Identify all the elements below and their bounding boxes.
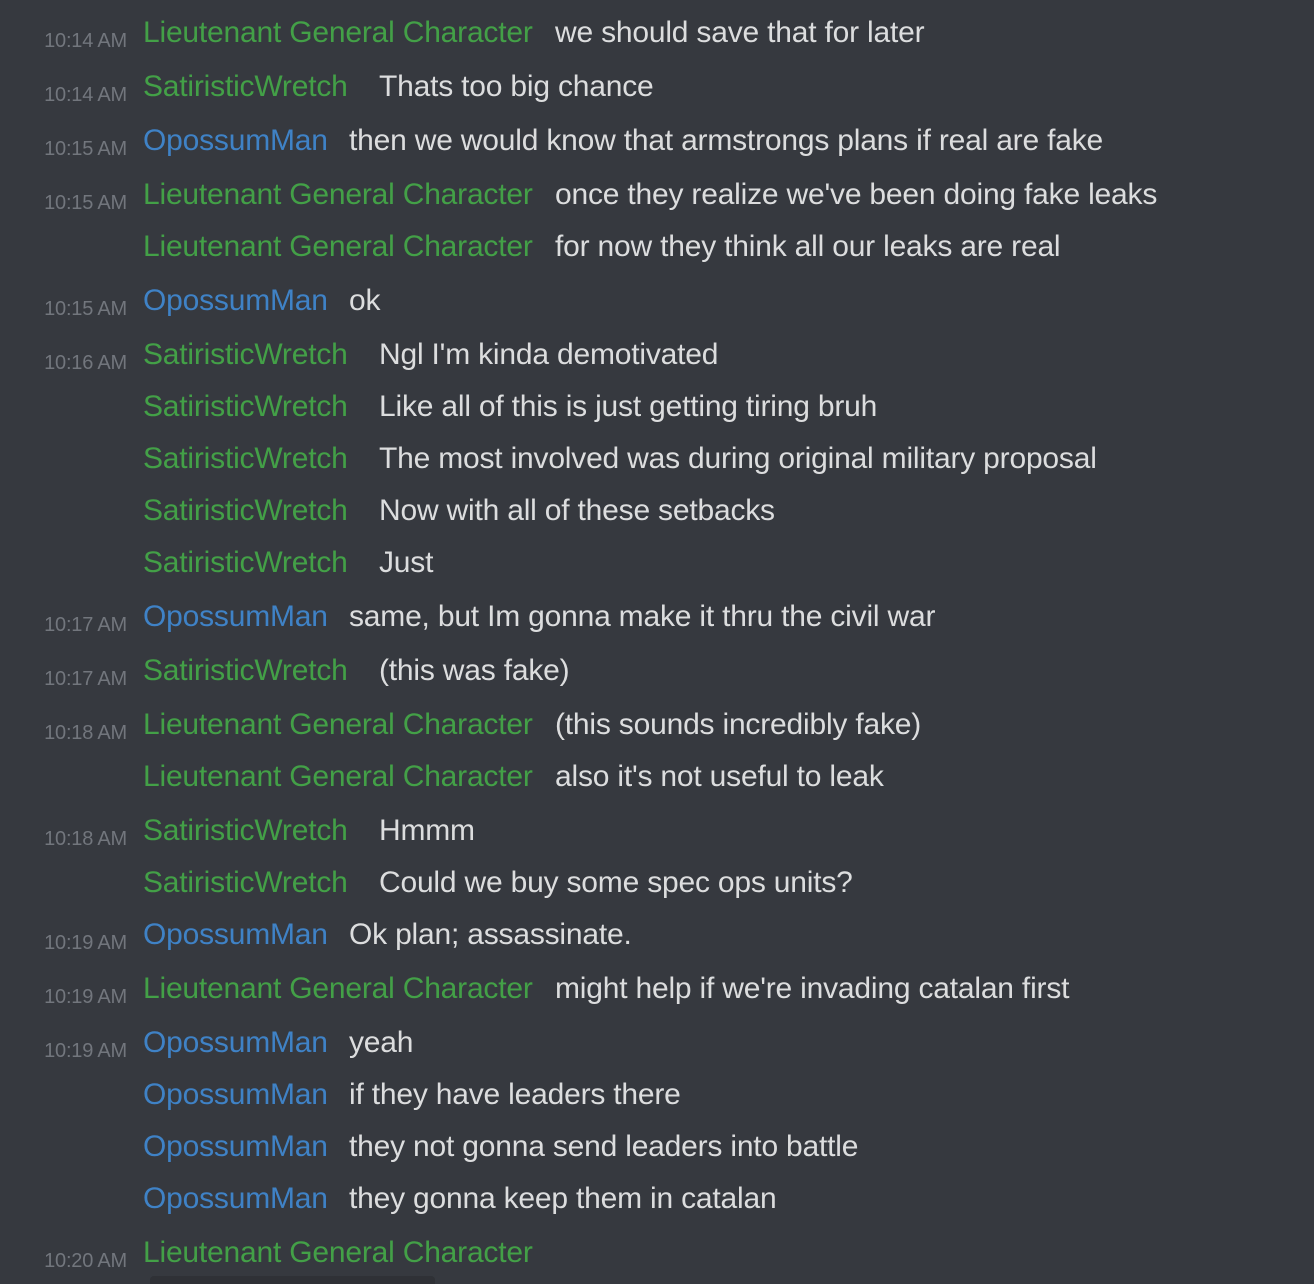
message-author[interactable]: Lieutenant General Character [143, 230, 533, 264]
message-author[interactable]: OpossumMan [143, 1078, 328, 1112]
message-text: same, but Im gonna make it thru the civi… [349, 600, 936, 633]
message-row: 10:18 AM SatiristicWretch Hmmm [0, 814, 1314, 854]
message-author[interactable]: Lieutenant General Character [143, 16, 533, 50]
message-row: 10:15 AM Lieutenant General Character once… [0, 178, 1314, 218]
message-row: OpossumMan if they have leaders there [0, 1078, 1314, 1118]
message-timestamp[interactable]: 10:19 AM [44, 986, 127, 1009]
message-author[interactable]: SatiristicWretch [143, 546, 348, 580]
message-author[interactable]: SatiristicWretch [143, 338, 348, 372]
message-row: 10:15 AM OpossumMan then we would know tha… [0, 124, 1314, 164]
message-row: Lieutenant General Character for now they… [0, 230, 1314, 270]
message-timestamp[interactable]: 10:15 AM [44, 192, 127, 215]
message-text: for now they think all our leaks are rea… [555, 230, 1061, 263]
message-row: 10:19 AM Lieutenant General Character migh… [0, 972, 1314, 1012]
message-timestamp[interactable]: 10:17 AM [44, 614, 127, 637]
message-text: yeah [349, 1026, 414, 1059]
message-row: 10:17 AM OpossumMan same, but Im gonna mak… [0, 600, 1314, 640]
message-author[interactable]: OpossumMan [143, 1130, 328, 1164]
embed-preview-edge [150, 1276, 435, 1284]
message-author[interactable]: OpossumMan [143, 284, 328, 318]
message-timestamp[interactable]: 10:20 AM [44, 1250, 127, 1273]
message-text: once they realize we've been doing fake … [555, 178, 1158, 211]
message-author[interactable]: OpossumMan [143, 600, 328, 634]
message-timestamp[interactable]: 10:14 AM [44, 30, 127, 53]
message-text: they gonna keep them in catalan [349, 1182, 777, 1215]
message-author[interactable]: OpossumMan [143, 918, 328, 952]
message-text: (this was fake) [379, 654, 570, 687]
chat-message-list: 10:14 AM Lieutenant General Character we s… [0, 0, 1314, 1284]
message-text: The most involved was during original mi… [379, 442, 1097, 475]
message-author[interactable]: SatiristicWretch [143, 390, 348, 424]
message-timestamp[interactable]: 10:19 AM [44, 932, 127, 955]
message-text: Like all of this is just getting tiring … [379, 390, 878, 423]
message-text: we should save that for later [555, 16, 925, 49]
message-author[interactable]: SatiristicWretch [143, 70, 348, 104]
message-timestamp[interactable]: 10:18 AM [44, 828, 127, 851]
message-timestamp[interactable]: 10:19 AM [44, 1040, 127, 1063]
message-row: 10:19 AM OpossumMan Ok plan; assassinate. [0, 918, 1314, 958]
message-row: SatiristicWretch Now with all of these se… [0, 494, 1314, 534]
message-timestamp[interactable]: 10:15 AM [44, 298, 127, 321]
message-row: 10:19 AM OpossumMan yeah [0, 1026, 1314, 1066]
message-row: SatiristicWretch The most involved was du… [0, 442, 1314, 482]
message-row: 10:16 AM SatiristicWretch Ngl I'm kinda de… [0, 338, 1314, 378]
message-text: Just [379, 546, 434, 579]
message-text: Now with all of these setbacks [379, 494, 775, 527]
message-row: 10:14 AM Lieutenant General Character we s… [0, 16, 1314, 56]
message-text: Thats too big chance [379, 70, 654, 103]
message-author[interactable]: Lieutenant General Character [143, 1236, 533, 1270]
message-text: ok [349, 284, 381, 317]
message-author[interactable]: SatiristicWretch [143, 494, 348, 528]
message-timestamp[interactable]: 10:15 AM [44, 138, 127, 161]
message-text: then we would know that armstrongs plans… [349, 124, 1103, 157]
message-text: also it's not useful to leak [555, 760, 884, 793]
message-text: if they have leaders there [349, 1078, 681, 1111]
message-author[interactable]: Lieutenant General Character [143, 760, 533, 794]
message-row: OpossumMan they gonna keep them in catala… [0, 1182, 1314, 1222]
message-author[interactable]: Lieutenant General Character [143, 178, 533, 212]
message-author[interactable]: SatiristicWretch [143, 442, 348, 476]
message-text: (this sounds incredibly fake) [555, 708, 922, 741]
message-text: Ok plan; assassinate. [349, 918, 632, 951]
message-author[interactable]: OpossumMan [143, 1182, 328, 1216]
message-timestamp[interactable]: 10:16 AM [44, 352, 127, 375]
message-row: 10:20 AM Lieutenant General Character [0, 1236, 1314, 1276]
message-row: 10:14 AM SatiristicWretch Thats too big ch… [0, 70, 1314, 110]
message-text: Hmmm [379, 814, 475, 847]
message-row: 10:15 AM OpossumMan ok [0, 284, 1314, 324]
message-row: SatiristicWretch Like all of this is just… [0, 390, 1314, 430]
message-author[interactable]: Lieutenant General Character [143, 708, 533, 742]
message-author[interactable]: SatiristicWretch [143, 866, 348, 900]
message-row: 10:18 AM Lieutenant General Character (thi… [0, 708, 1314, 748]
message-row: OpossumMan they not gonna send leaders in… [0, 1130, 1314, 1170]
message-timestamp[interactable]: 10:17 AM [44, 668, 127, 691]
message-timestamp[interactable]: 10:18 AM [44, 722, 127, 745]
message-author[interactable]: OpossumMan [143, 124, 328, 158]
message-row: SatiristicWretch Could we buy some spec o… [0, 866, 1314, 906]
message-author[interactable]: Lieutenant General Character [143, 972, 533, 1006]
message-text: Could we buy some spec ops units? [379, 866, 853, 899]
message-author[interactable]: SatiristicWretch [143, 654, 348, 688]
message-text: they not gonna send leaders into battle [349, 1130, 859, 1163]
message-row: SatiristicWretch Just [0, 546, 1314, 586]
message-timestamp[interactable]: 10:14 AM [44, 84, 127, 107]
message-text: might help if we're invading catalan fir… [555, 972, 1070, 1005]
message-text: Ngl I'm kinda demotivated [379, 338, 719, 371]
message-row: 10:17 AM SatiristicWretch (this was fake) [0, 654, 1314, 694]
message-author[interactable]: SatiristicWretch [143, 814, 348, 848]
message-author[interactable]: OpossumMan [143, 1026, 328, 1060]
message-row: Lieutenant General Character also it's no… [0, 760, 1314, 800]
